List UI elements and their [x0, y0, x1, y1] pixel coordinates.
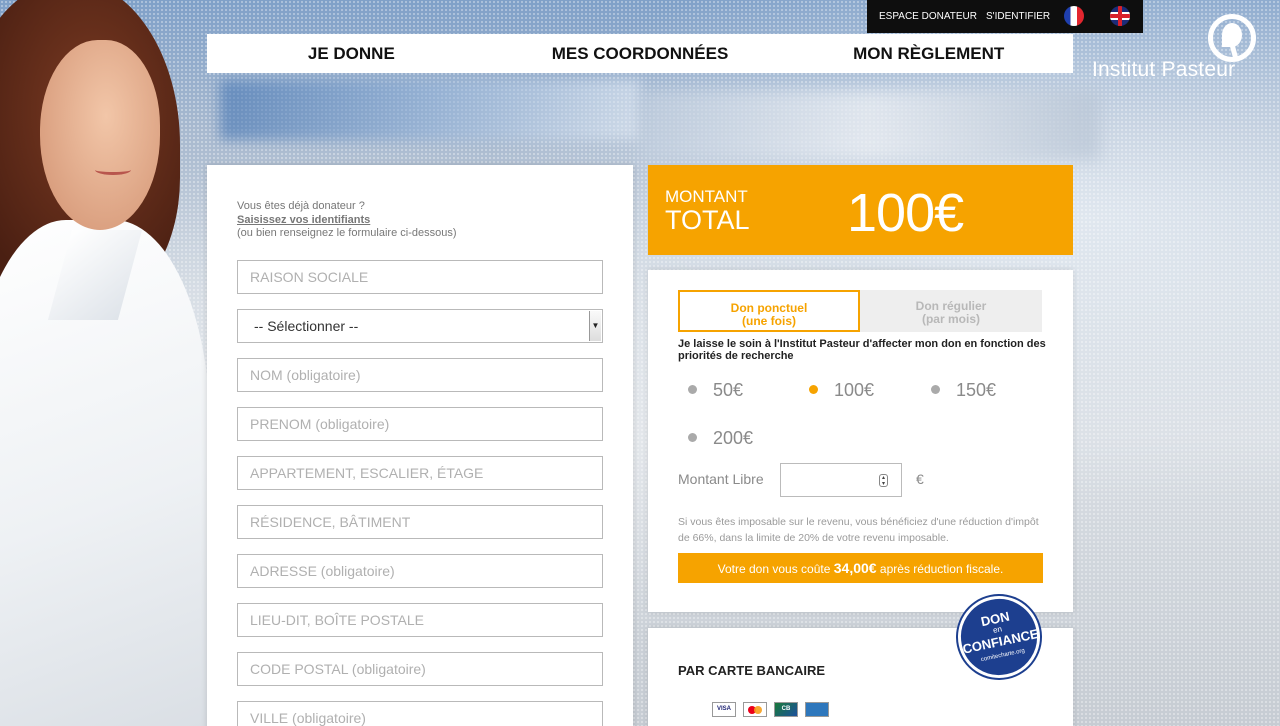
- montant-libre-input[interactable]: ▴ ▾: [780, 463, 902, 497]
- cost-prefix: Votre don vous coûte: [717, 562, 831, 576]
- amount-option-200[interactable]: 200€: [688, 428, 753, 449]
- payment-method-title: PAR CARTE BANCAIRE: [678, 663, 826, 678]
- visa-icon: VISA: [712, 702, 736, 717]
- nom-input[interactable]: NOM (obligatoire): [237, 358, 603, 392]
- radio-icon: [688, 384, 697, 394]
- cb-icon: CB: [774, 702, 798, 717]
- tab-don-regulier[interactable]: Don régulier (par mois): [860, 290, 1042, 332]
- logo-text: Institut Pasteur: [1092, 58, 1236, 81]
- amount-option-150[interactable]: 150€: [931, 380, 996, 401]
- amount-value: 100€: [847, 183, 964, 243]
- ville-input[interactable]: VILLE (obligatoire): [237, 701, 603, 726]
- total-amount-box: MONTANT TOTAL 100€: [648, 165, 1073, 255]
- pasteur-logo-icon: [1208, 14, 1256, 62]
- montant-libre-label: Montant Libre: [678, 471, 764, 487]
- donation-options-panel: Don ponctuel (une fois) Don régulier (pa…: [648, 270, 1073, 612]
- amount-option-50[interactable]: 50€: [688, 380, 743, 401]
- researcher-photo: [0, 0, 210, 726]
- mastercard-icon: [743, 702, 767, 717]
- chevron-down-icon: ▼: [589, 311, 601, 341]
- radio-icon: [688, 432, 697, 442]
- number-stepper-icon[interactable]: ▴ ▾: [879, 474, 888, 487]
- steps-nav: JE DONNE MES COORDONNÉES MON RÈGLEMENT: [207, 34, 1073, 73]
- lieu-dit-input[interactable]: LIEU-DIT, BOÎTE POSTALE: [237, 603, 603, 637]
- prenom-input[interactable]: PRENOM (obligatoire): [237, 407, 603, 441]
- tab-ponctuel-sub: (une fois): [742, 314, 796, 328]
- appartement-input[interactable]: APPARTEMENT, ESCALIER, ÉTAGE: [237, 456, 603, 490]
- espace-donateur-link[interactable]: ESPACE DONATEUR: [879, 11, 977, 22]
- tab-regulier-sub: (par mois): [921, 312, 980, 326]
- amex-icon: [805, 702, 829, 717]
- tax-reduction-notice: Si vous êtes imposable sur le revenu, vo…: [678, 516, 1039, 544]
- step-mon-reglement[interactable]: MON RÈGLEMENT: [784, 34, 1073, 73]
- background-lab-blur: [220, 80, 640, 140]
- code-postal-input[interactable]: CODE POSTAL (obligatoire): [237, 652, 603, 686]
- residence-input[interactable]: RÉSIDENCE, BÂTIMENT: [237, 505, 603, 539]
- existing-donor-notice: Vous êtes déjà donateur ? Saisissez vos …: [237, 200, 457, 241]
- sidentifier-link[interactable]: S'IDENTIFIER: [986, 11, 1050, 22]
- login-link[interactable]: Saisissez vos identifiants: [237, 214, 370, 226]
- amount-option-100[interactable]: 100€: [809, 380, 874, 401]
- amount-label-total: TOTAL: [665, 205, 750, 235]
- french-flag-icon[interactable]: [1064, 6, 1084, 26]
- radio-selected-icon: [809, 384, 818, 394]
- net-cost-banner: Votre don vous coûte 34,00€ après réduct…: [678, 553, 1043, 583]
- amount-option-label: 150€: [956, 380, 997, 400]
- existing-donor-question: Vous êtes déjà donateur ?: [237, 200, 365, 212]
- coordinates-form: Vous êtes déjà donateur ? Saisissez vos …: [207, 165, 633, 726]
- amount-option-label: 50€: [713, 380, 744, 400]
- cost-amount: 34,00€: [833, 560, 877, 576]
- amount-option-label: 100€: [834, 380, 875, 400]
- amount-option-label: 200€: [713, 428, 754, 448]
- amount-label-montant: MONTANT: [665, 187, 748, 206]
- civility-select-value: -- Sélectionner --: [254, 318, 359, 334]
- step-je-donne[interactable]: JE DONNE: [207, 34, 496, 73]
- euro-sign: €: [916, 471, 924, 487]
- background-lab-blur-right: [640, 90, 1100, 160]
- adresse-input[interactable]: ADRESSE (obligatoire): [237, 554, 603, 588]
- radio-icon: [931, 384, 940, 394]
- civility-select[interactable]: -- Sélectionner -- ▼: [237, 309, 603, 343]
- allocation-statement: Je laisse le soin à l'Institut Pasteur d…: [678, 338, 1046, 362]
- step-mes-coordonnees[interactable]: MES COORDONNÉES: [496, 34, 785, 73]
- institut-pasteur-logo[interactable]: Institut Pasteur: [1088, 12, 1258, 82]
- raison-sociale-input[interactable]: RAISON SOCIALE: [237, 260, 603, 294]
- cost-suffix: après réduction fiscale.: [879, 562, 1004, 576]
- fill-form-hint: (ou bien renseignez le formulaire ci-des…: [237, 227, 457, 239]
- tab-don-ponctuel[interactable]: Don ponctuel (une fois): [678, 290, 860, 332]
- card-logos: VISA CB: [712, 702, 829, 717]
